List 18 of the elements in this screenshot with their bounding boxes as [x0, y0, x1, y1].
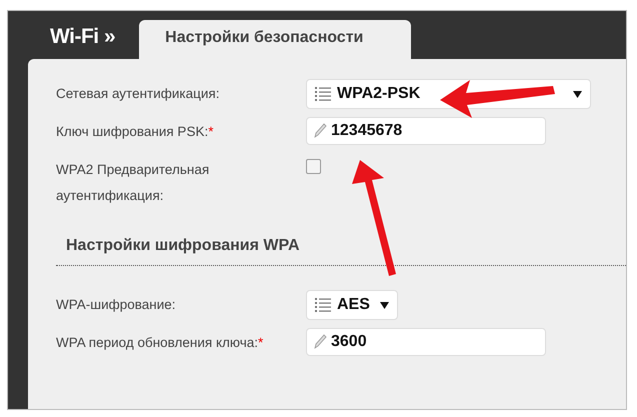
input-field[interactable]: 3600: [306, 328, 546, 356]
page-title: Wi-Fi »: [50, 25, 116, 50]
list-icon: [315, 87, 331, 101]
pencil-icon: [313, 334, 327, 350]
tab[interactable]: Настройки безопасности: [139, 20, 412, 59]
caret-icon: [573, 90, 582, 98]
field-label: Ключ шифрования PSK:*: [56, 123, 214, 141]
field-label: WPA-шифрование:: [56, 296, 177, 314]
list-icon: [315, 298, 331, 312]
field-label: Сетевая аутентификация:: [56, 85, 220, 103]
field-label: WPA период обновления ключа:*: [56, 334, 264, 352]
section-heading: Настройки шифрования WPA: [66, 237, 300, 255]
select-field[interactable]: AES: [306, 290, 398, 320]
input-field[interactable]: 12345678: [306, 117, 546, 145]
field-label: WPA2 Предварительная аутентификация:: [56, 161, 210, 205]
pencil-icon: [313, 123, 327, 139]
caret-icon: [380, 302, 389, 308]
checkbox[interactable]: [306, 159, 321, 174]
